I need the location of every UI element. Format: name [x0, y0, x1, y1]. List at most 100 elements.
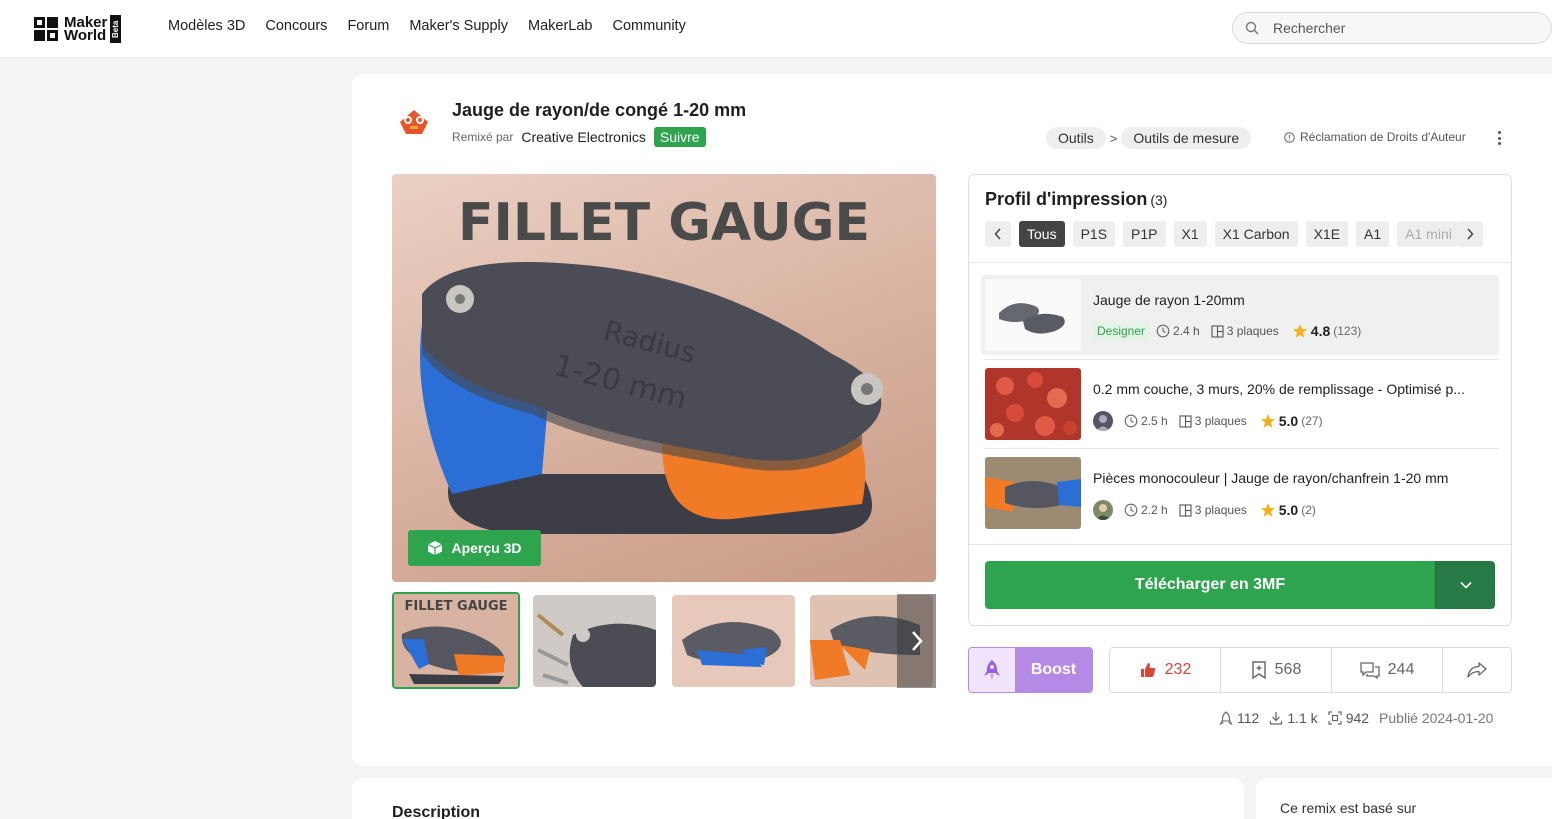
filter-next-button[interactable]	[1457, 221, 1484, 247]
author-name[interactable]: Creative Electronics	[521, 129, 646, 145]
model-stats: 112 1.1 k 942 Publié 2024-01-20	[1219, 710, 1493, 726]
divider	[985, 359, 1499, 360]
star-icon	[1260, 503, 1275, 517]
divider	[969, 262, 1511, 263]
nav-item-makerlab[interactable]: MakerLab	[528, 18, 592, 34]
star-icon	[1260, 414, 1275, 428]
chevron-left-icon	[994, 228, 1001, 240]
engagement-bar: 232 568 244	[1109, 647, 1512, 693]
filter-chip-a1-mini[interactable]: A1 mini	[1397, 221, 1458, 247]
description-heading: Description	[392, 804, 481, 819]
filter-chip-p1s[interactable]: P1S	[1072, 221, 1116, 247]
filter-chip-a1[interactable]: A1	[1356, 221, 1390, 247]
filter-chip-x1[interactable]: X1	[1173, 221, 1207, 247]
boost-label: Boost	[1015, 648, 1092, 692]
thumbs-up-icon	[1140, 663, 1155, 677]
profile-name: Jauge de rayon 1-20mm	[1093, 292, 1245, 308]
share-button[interactable]	[1443, 648, 1511, 692]
rating-value: 4.8	[1310, 323, 1331, 339]
nav-item-modeles-3d[interactable]: Modèles 3D	[168, 18, 245, 34]
collect-button[interactable]: 568	[1221, 648, 1332, 692]
description-card	[352, 778, 1244, 819]
model-main-image[interactable]: FILLET GAUGE Radius 1-20 mm	[392, 174, 936, 582]
comments-button[interactable]: 244	[1332, 648, 1443, 692]
main-nav: Modèles 3D Concours Forum Maker's Supply…	[168, 18, 686, 34]
thumbnail-1-text: FILLET GAUGE	[405, 599, 508, 614]
rocket-icon	[969, 648, 1015, 692]
author-avatar[interactable]	[392, 100, 436, 144]
profile-thumbnail	[985, 279, 1081, 351]
breadcrumb-item-outils[interactable]: Outils	[1046, 127, 1106, 149]
chevron-right-icon	[1467, 228, 1474, 240]
plates-icon	[1211, 324, 1224, 338]
nav-item-makers-supply[interactable]: Maker's Supply	[409, 18, 508, 34]
filter-chip-x1-carbon[interactable]: X1 Carbon	[1214, 221, 1298, 247]
chevron-down-icon	[1459, 581, 1472, 589]
thumbnail-next-button[interactable]	[897, 594, 936, 688]
print-count: 942	[1345, 710, 1370, 726]
profile-item[interactable]: Pièces monocouleur | Jauge de rayon/chan…	[981, 453, 1499, 533]
bookmark-add-icon	[1251, 661, 1266, 679]
breadcrumb: Outils > Outils de mesure	[1046, 127, 1252, 149]
nav-item-concours[interactable]: Concours	[265, 18, 327, 34]
collect-count: 568	[1274, 661, 1302, 678]
profile-item[interactable]: 0.2 mm couche, 3 murs, 20% de remplissag…	[981, 364, 1499, 444]
remix-info: Remixé par Creative Electronics Suivre	[452, 127, 706, 147]
search-input[interactable]	[1273, 20, 1533, 36]
clock-icon	[1124, 414, 1138, 428]
breadcrumb-item-outils-de-mesure[interactable]: Outils de mesure	[1121, 127, 1252, 149]
filter-prev-button[interactable]	[985, 221, 1011, 247]
search-icon	[1245, 21, 1259, 35]
profile-name: Pièces monocouleur | Jauge de rayon/chan…	[1093, 470, 1449, 486]
filter-chip-x1e[interactable]: X1E	[1305, 221, 1349, 247]
makerworld-logo[interactable]: Maker World Beta	[32, 13, 132, 45]
thumbnail-1[interactable]: FILLET GAUGE	[392, 592, 520, 689]
profile-author-avatar[interactable]	[1093, 411, 1113, 431]
more-options-icon[interactable]	[1493, 128, 1505, 148]
copyright-claim-link[interactable]: Réclamation de Droits d'Auteur	[1284, 130, 1466, 144]
thumbnail-strip: FILLET GAUGE	[392, 592, 936, 689]
copyright-claim-label: Réclamation de Droits d'Auteur	[1300, 130, 1466, 144]
download-icon	[1270, 712, 1283, 725]
logo-text: Maker World	[64, 14, 108, 44]
rating-count: (2)	[1301, 503, 1316, 517]
profile-author-avatar[interactable]	[1093, 500, 1113, 520]
search-box[interactable]	[1232, 12, 1552, 44]
preview-3d-button[interactable]: Aperçu 3D	[408, 530, 541, 566]
profile-thumbnail	[985, 457, 1081, 529]
share-icon	[1467, 662, 1487, 678]
filter-chip-p1p[interactable]: P1P	[1123, 221, 1166, 247]
hero-title-text: FILLET GAUGE	[458, 193, 870, 253]
rating-count: (123)	[1333, 324, 1362, 338]
profile-meta: 2.5 h 3 plaques 5.0 (27)	[1093, 411, 1323, 431]
nav-item-forum[interactable]: Forum	[347, 18, 389, 34]
plates-icon	[1179, 414, 1192, 428]
filter-chip-tous[interactable]: Tous	[1019, 221, 1065, 247]
top-navbar: Maker World Beta Modèles 3D Concours For…	[0, 0, 1552, 58]
remix-label: Remixé par	[452, 130, 514, 144]
print-time: 2.5 h	[1141, 414, 1168, 428]
nav-item-community[interactable]: Community	[613, 18, 686, 34]
designer-badge: Designer	[1093, 322, 1150, 340]
plate-count: 3 plaques	[1194, 414, 1247, 428]
download-3mf-button[interactable]: Télécharger en 3MF	[985, 561, 1435, 609]
divider	[985, 448, 1499, 449]
logo-cube-icon	[32, 15, 60, 43]
download-options-button[interactable]	[1435, 561, 1495, 609]
profile-item[interactable]: Jauge de rayon 1-20mm Designer 2.4 h 3 p…	[981, 275, 1499, 355]
download-3mf-button-group: Télécharger en 3MF	[985, 561, 1495, 609]
like-button[interactable]: 232	[1110, 648, 1221, 692]
thumbnail-3[interactable]	[672, 595, 795, 687]
follow-button[interactable]: Suivre	[653, 127, 706, 147]
boost-button[interactable]: Boost	[968, 647, 1093, 693]
rating-value: 5.0	[1278, 502, 1299, 518]
clock-icon	[1156, 324, 1170, 338]
profile-name: 0.2 mm couche, 3 murs, 20% de remplissag…	[1093, 381, 1465, 397]
breadcrumb-separator: >	[1109, 130, 1118, 146]
clock-icon	[1124, 503, 1138, 517]
print-count-icon	[1328, 711, 1342, 725]
print-profile-title: Profil d'impression (3)	[985, 189, 1168, 209]
print-time: 2.2 h	[1141, 503, 1168, 517]
thumbnail-2[interactable]	[533, 595, 656, 687]
print-profile-panel: Profil d'impression (3) Tous P1S P1P X1 X…	[968, 174, 1512, 626]
